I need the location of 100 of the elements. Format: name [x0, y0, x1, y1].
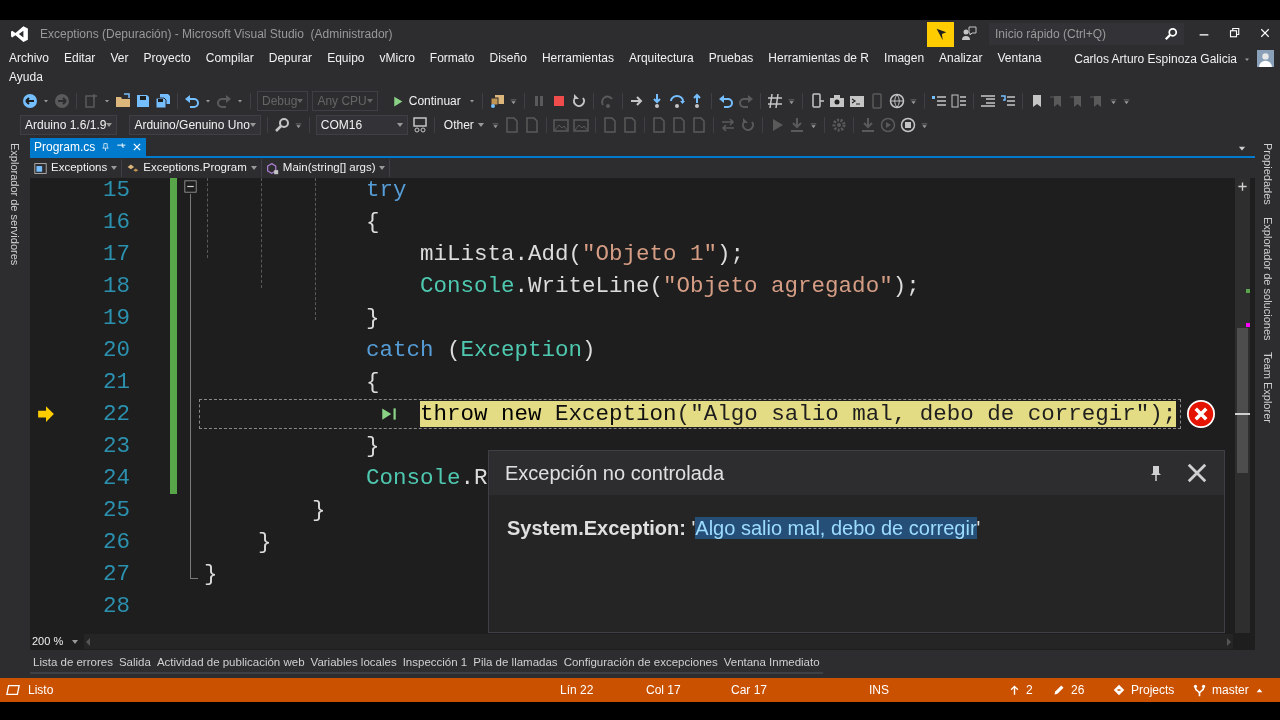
- attach-process-icon[interactable]: [488, 93, 505, 109]
- menu-item[interactable]: Ventana: [997, 49, 1042, 68]
- menu-item[interactable]: Pruebas: [708, 49, 754, 68]
- tab-label[interactable]: Program.cs: [34, 138, 96, 156]
- open-folder-icon[interactable]: [115, 93, 131, 109]
- side-panel-tab[interactable]: Explorador de soluciones: [1259, 216, 1276, 341]
- visual-studio-logo: [11, 25, 29, 43]
- code-line: {: [365, 208, 381, 237]
- hatched-icon[interactable]: [766, 93, 783, 109]
- camera-icon[interactable]: [828, 93, 845, 109]
- code-line: miLista.Add("Objeto 1");: [419, 240, 746, 269]
- tool-window-tab[interactable]: Inspección 1: [399, 653, 471, 675]
- port-dropdown[interactable]: COM16: [315, 115, 408, 135]
- search-icon[interactable]: [273, 117, 290, 133]
- undo-icon[interactable]: [184, 93, 200, 109]
- vertical-scrollbar[interactable]: [1235, 178, 1250, 633]
- menu-item[interactable]: vMicro: [379, 49, 415, 68]
- quick-launch-field[interactable]: Inicio rápido (Ctrl+Q): [989, 23, 1184, 45]
- save-icon[interactable]: [135, 93, 151, 109]
- feedback-icon[interactable]: [961, 26, 977, 42]
- menu-item[interactable]: Depurar: [268, 49, 313, 68]
- horizontal-scrollbar[interactable]: [84, 634, 1233, 649]
- code-line: Console.R: [365, 464, 489, 493]
- code-line: Console.WriteLine("Objeto agregado");: [419, 272, 921, 301]
- up-arrow-icon[interactable]: [1009, 684, 1020, 696]
- step-over-icon[interactable]: [668, 93, 685, 109]
- tool-window-tab[interactable]: Salida: [115, 653, 154, 675]
- split-icon[interactable]: [1237, 181, 1248, 192]
- code-line: try: [365, 178, 408, 205]
- exception-message: System.Exception: 'Algo salio mal, debo de corregir': [507, 516, 982, 541]
- menu-item[interactable]: Diseño: [489, 49, 527, 68]
- indent-icon[interactable]: [979, 93, 996, 109]
- pencil-icon[interactable]: [1053, 684, 1065, 696]
- branch-icon[interactable]: [1193, 683, 1206, 697]
- status-text: Col 17: [646, 682, 682, 699]
- line-number: 25: [103, 498, 130, 522]
- tool-window-tab[interactable]: Pila de llamadas: [470, 653, 561, 675]
- menu-item[interactable]: Analizar: [939, 49, 983, 68]
- project-dropdown[interactable]: Exceptions: [30, 159, 123, 177]
- document-list-icon[interactable]: [950, 93, 967, 109]
- menu-item[interactable]: Equipo: [327, 49, 365, 68]
- type-dropdown[interactable]: Exceptions.Program: [122, 159, 262, 177]
- collapse-icon[interactable]: [184, 180, 197, 193]
- menu-item[interactable]: Imagen: [884, 49, 925, 68]
- other-dropdown-button[interactable]: Other: [440, 115, 487, 135]
- code-line: }: [257, 528, 273, 557]
- continue-button[interactable]: Continuar: [387, 91, 464, 111]
- undo-icon[interactable]: [717, 93, 734, 109]
- side-panel-tab[interactable]: Propiedades: [1259, 143, 1276, 205]
- tool-window-tab[interactable]: Lista de errores: [30, 653, 116, 675]
- menu-item[interactable]: Herramientas: [541, 49, 614, 68]
- side-panel-tab[interactable]: Explorador de servidores: [6, 143, 24, 266]
- monitor-icon[interactable]: [411, 117, 428, 133]
- code-line: }: [311, 496, 327, 525]
- ide-version-dropdown[interactable]: Arduino 1.6/1.9: [20, 115, 118, 135]
- user-name[interactable]: Carlos Arturo Espinoza Galicia: [1074, 50, 1237, 69]
- diamond-icon[interactable]: [1113, 684, 1125, 696]
- tool-window-tab[interactable]: Configuración de excepciones: [560, 653, 721, 675]
- status-text: 26: [1071, 682, 1085, 699]
- menu-item[interactable]: Compilar: [205, 49, 254, 68]
- line-number: 19: [103, 306, 130, 330]
- menu-item[interactable]: Formato: [429, 49, 475, 68]
- list-icon[interactable]: [930, 93, 947, 109]
- save-all-icon[interactable]: [155, 93, 171, 109]
- side-panel-tab[interactable]: Team Explorer: [1259, 352, 1276, 424]
- console-icon[interactable]: [848, 93, 865, 109]
- menu-item[interactable]: Archivo: [9, 49, 49, 68]
- current-statement-arrow-icon: [37, 405, 55, 423]
- menu-item[interactable]: Editar: [64, 49, 96, 68]
- menu-item[interactable]: Proyecto: [143, 49, 191, 68]
- tool-window-tab[interactable]: Ventana Inmediato: [720, 653, 823, 675]
- document-tab[interactable]: Program.cs: [30, 138, 147, 156]
- menu-item[interactable]: Ver: [110, 49, 129, 68]
- quick-launch-input[interactable]: Inicio rápido (Ctrl+Q): [995, 25, 1164, 43]
- run-to-cursor-icon[interactable]: [380, 405, 398, 423]
- line-number: 28: [103, 594, 130, 618]
- error-icon: [1187, 400, 1215, 428]
- output-window-icon: [6, 683, 20, 697]
- tool-window-tab[interactable]: Actividad de publicación web: [153, 653, 308, 675]
- globe-icon[interactable]: [888, 93, 905, 109]
- restart-icon[interactable]: [570, 93, 587, 109]
- zoom-dropdown[interactable]: 200 %: [30, 634, 80, 649]
- csharp-project-icon: [34, 161, 47, 175]
- close-icon[interactable]: [1186, 462, 1208, 484]
- code-line: }: [365, 432, 381, 461]
- line-number: 23: [103, 434, 130, 458]
- tool-window-tab[interactable]: Variables locales: [307, 653, 400, 675]
- restore-icon[interactable]: [1229, 27, 1241, 39]
- menu-item[interactable]: Ayuda: [9, 68, 43, 87]
- avatar-icon[interactable]: [1257, 50, 1274, 67]
- board-dropdown[interactable]: Arduino/Genuino Uno: [129, 115, 261, 135]
- circle-stop-icon[interactable]: [899, 117, 916, 133]
- back-icon[interactable]: [22, 93, 38, 109]
- menu-item[interactable]: Herramientas de R: [768, 49, 870, 68]
- notification-flag-button[interactable]: [927, 21, 954, 47]
- menu-item[interactable]: Arquitectura: [628, 49, 694, 68]
- window-title: Exceptions (Depuración) - Microsoft Visual Studio (Administrador): [40, 26, 393, 43]
- member-dropdown[interactable]: Main(string[] args): [261, 159, 391, 177]
- comment-icon[interactable]: [999, 93, 1016, 109]
- line-number: 26: [103, 530, 130, 554]
